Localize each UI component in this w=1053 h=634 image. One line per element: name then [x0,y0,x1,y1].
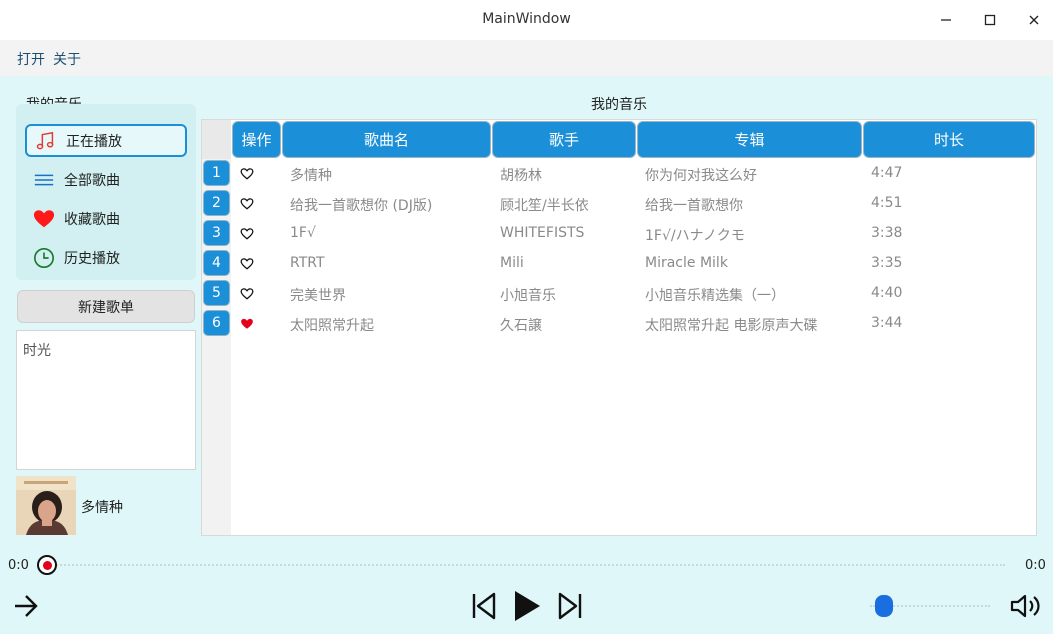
progress-handle[interactable] [37,555,57,575]
row-number[interactable]: 3 [203,220,230,246]
song-name: 太阳照常升起 [290,318,374,334]
sidebar-item-now-playing[interactable]: 正在播放 [25,124,187,157]
heart-outline-icon[interactable] [240,287,254,300]
play-mode-button[interactable] [12,592,40,620]
song-artist: WHITEFISTS [500,225,585,241]
song-name: 1F√ [290,225,316,241]
row-number[interactable]: 6 [203,310,230,336]
clock-icon [32,246,56,270]
song-album: 给我一首歌想你 [645,198,743,214]
playlist-item[interactable]: 时光 [23,340,51,360]
song-name: 多情种 [290,168,332,184]
menu-open[interactable]: 打开 [17,49,45,69]
play-button[interactable] [511,588,543,624]
song-artist: 顾北笙/半长依 [500,198,589,214]
minimize-button[interactable] [936,10,956,30]
heart-outline-icon[interactable] [240,167,254,180]
column-header-duration[interactable]: 时长 [863,121,1035,158]
time-elapsed: 0:0 [8,558,29,573]
song-album: 太阳照常升起 电影原声大碟 [645,318,818,334]
menu-about[interactable]: 关于 [53,49,81,69]
sidebar-item-all-songs[interactable]: 全部歌曲 [25,163,187,196]
previous-button[interactable] [470,591,498,621]
song-name: 给我一首歌想你 (DJ版) [290,198,433,214]
song-artist: 小旭音乐 [500,288,556,304]
new-playlist-button[interactable]: 新建歌单 [17,290,195,323]
song-album: 你为何对我这么好 [645,168,757,184]
heart-outline-icon[interactable] [240,197,254,210]
title-bar: MainWindow [0,0,1053,40]
row-number[interactable]: 1 [203,160,230,186]
close-icon [1029,15,1039,25]
next-button[interactable] [556,591,584,621]
sidebar-item-label: 正在播放 [66,133,122,150]
volume-handle[interactable] [875,595,893,617]
main-title: 我的音乐 [591,97,647,113]
arrow-right-icon [15,595,38,617]
heart-outline-icon[interactable] [240,257,254,270]
song-artist: Mili [500,255,524,271]
close-button[interactable] [1024,10,1044,30]
song-duration: 4:40 [871,285,903,301]
sidebar-item-label: 历史播放 [64,250,120,267]
column-header-artist[interactable]: 歌手 [492,121,636,158]
song-duration: 4:47 [871,165,903,181]
song-duration: 3:38 [871,225,903,241]
window-title: MainWindow [482,11,571,27]
column-header-action[interactable]: 操作 [232,121,281,158]
column-header-song-name[interactable]: 歌曲名 [282,121,491,158]
song-artist: 久石譲 [500,318,542,334]
time-total: 0:0 [1025,558,1046,573]
heart-filled-icon[interactable] [240,317,254,330]
speaker-icon [1010,594,1040,618]
skip-previous-icon [472,592,496,620]
heart-icon [32,207,56,231]
row-number[interactable]: 4 [203,250,230,276]
table-corner [202,120,231,159]
volume-button[interactable] [1009,592,1045,620]
row-number[interactable]: 2 [203,190,230,216]
progress-track[interactable] [45,564,1005,567]
song-album: 1F√/ハナノクモ [645,228,745,244]
menu-bar: 打开 关于 [0,40,1053,76]
minimize-icon [941,19,951,21]
skip-next-icon [558,592,582,620]
song-duration: 3:35 [871,255,903,271]
row-number[interactable]: 5 [203,280,230,306]
song-album: Miracle Milk [645,255,728,271]
song-artist: 胡杨林 [500,168,542,184]
song-album: 小旭音乐精选集（一） [645,288,785,304]
song-duration: 4:51 [871,195,903,211]
heart-outline-icon[interactable] [240,227,254,240]
list-icon [32,168,56,192]
sidebar-item-label: 收藏歌曲 [64,211,120,228]
album-cover [16,476,76,535]
sidebar-item-label: 全部歌曲 [64,172,120,189]
song-name: 完美世界 [290,288,346,304]
song-name: RTRT [290,255,325,271]
progress-bar: 0:0 0:0 [0,552,1053,578]
maximize-button[interactable] [980,10,1000,30]
song-table[interactable]: 操作 歌曲名 歌手 专辑 时长 1 多情种 胡杨林 你为何对我这么好 4:47 … [201,119,1037,536]
play-icon [515,591,540,621]
column-header-album[interactable]: 专辑 [637,121,862,158]
song-duration: 3:44 [871,315,903,331]
now-playing-title: 多情种 [81,500,123,516]
maximize-icon [984,14,996,26]
sidebar-item-history[interactable]: 历史播放 [25,241,187,274]
music-note-icon [34,129,58,153]
playlist-list[interactable]: 时光 [16,330,196,470]
sidebar-item-favorites[interactable]: 收藏歌曲 [25,202,187,235]
